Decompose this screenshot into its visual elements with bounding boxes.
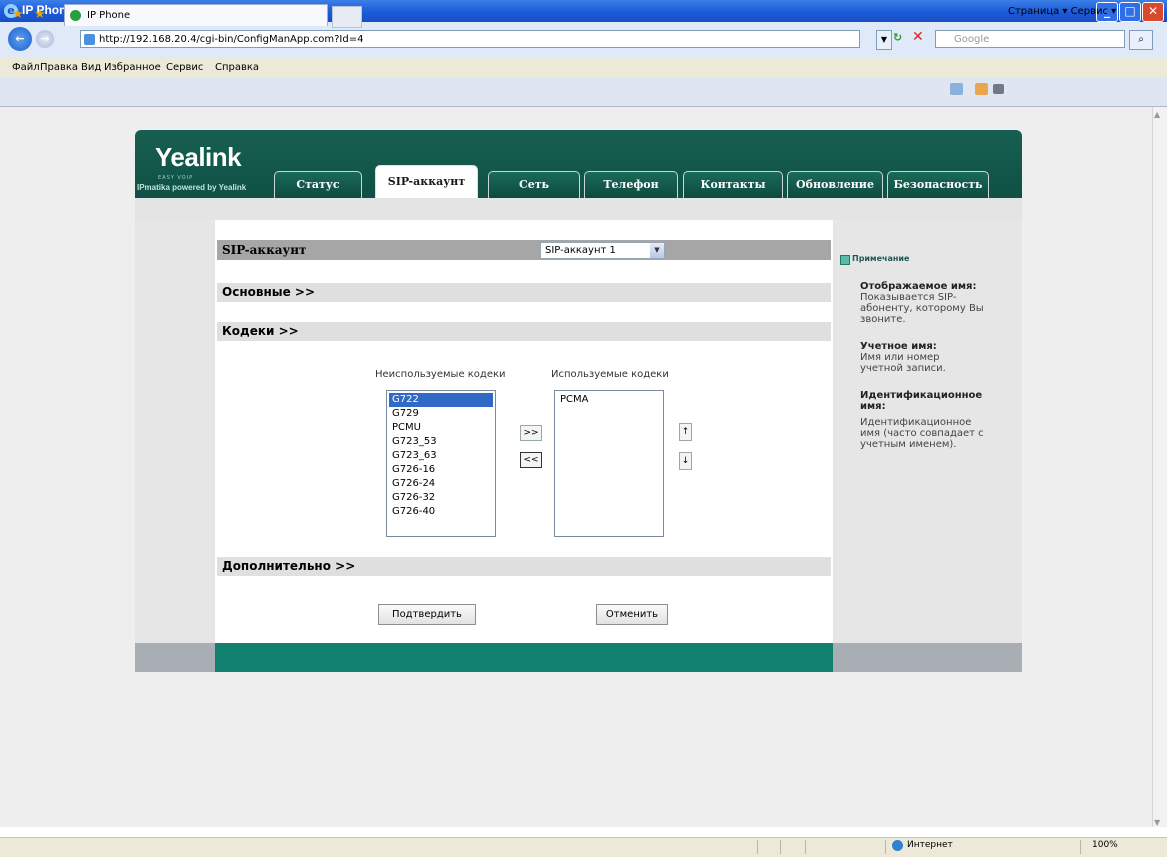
feeds-icon[interactable] <box>975 83 988 95</box>
vertical-scrollbar[interactable] <box>1152 107 1167 827</box>
unused-codecs-label: Неиспользуемые кодеки <box>375 369 506 380</box>
list-item[interactable]: PCMA <box>557 393 661 407</box>
tab-network[interactable]: Сеть <box>488 171 580 198</box>
address-dropdown-button[interactable]: ▼ <box>876 30 892 50</box>
list-item[interactable]: G726-32 <box>389 491 493 505</box>
header-underbar <box>135 198 1022 220</box>
note-heading: Отображаемое имя: <box>860 281 977 292</box>
logo-subtext: EASY VOIP <box>158 175 194 181</box>
close-window-button[interactable]: ✕ <box>1142 2 1164 22</box>
maximize-button[interactable]: □ <box>1119 2 1141 22</box>
tab-status[interactable]: Статус <box>274 171 362 198</box>
sip-account-header: SIP-аккаунт <box>217 240 831 260</box>
tab-sip-account[interactable]: SIP-аккаунт <box>375 165 478 198</box>
list-item[interactable]: G723_53 <box>389 435 493 449</box>
list-item[interactable]: G726-40 <box>389 505 493 519</box>
menu-edit[interactable]: Правка <box>40 62 78 73</box>
zoom-level[interactable]: 100% <box>1092 840 1118 850</box>
logo-tagline: IPmatika powered by Yealink <box>137 183 247 192</box>
menu-help[interactable]: Справка <box>215 62 259 73</box>
ie-tab-icon <box>70 10 81 21</box>
list-item[interactable]: G722 <box>389 393 493 407</box>
status-divider <box>885 840 886 854</box>
address-field[interactable]: http://192.168.20.4/cgi-bin/ConfigManApp… <box>80 30 860 48</box>
favorites-star-icon[interactable]: ★ <box>12 7 24 22</box>
add-favorite-icon[interactable]: ★ <box>34 7 46 22</box>
list-item[interactable]: G729 <box>389 407 493 421</box>
command-bar[interactable]: Страница ▾ Сервис ▾ <box>1008 6 1116 17</box>
status-divider <box>780 840 781 854</box>
menu-file[interactable]: Файл <box>12 62 40 73</box>
status-divider <box>805 840 806 854</box>
left-panel <box>135 220 215 643</box>
chevron-down-icon[interactable]: ▼ <box>650 243 664 258</box>
refresh-icon[interactable]: ↻ <box>893 31 902 44</box>
back-button[interactable]: ← <box>8 27 32 51</box>
yealink-logo: Yealink <box>155 142 242 172</box>
move-up-button[interactable]: ↑ <box>679 423 692 441</box>
tabs-bar <box>0 78 1167 107</box>
note-text: Идентификационное имя (часто совпадает с… <box>860 417 984 450</box>
tab-contacts[interactable]: Контакты <box>683 171 783 198</box>
list-item[interactable]: PCMU <box>389 421 493 435</box>
cancel-button[interactable]: Отменить <box>596 604 668 625</box>
footer-right <box>833 643 1022 672</box>
forward-button[interactable]: → <box>36 30 54 48</box>
note-icon <box>840 255 850 265</box>
home-icon[interactable] <box>950 83 963 95</box>
status-divider <box>757 840 758 854</box>
list-item[interactable]: G723_63 <box>389 449 493 463</box>
confirm-button[interactable]: Подтвердить <box>378 604 476 625</box>
status-bar <box>0 837 1167 857</box>
footer-left <box>135 643 215 672</box>
list-item[interactable]: G726-24 <box>389 477 493 491</box>
remove-codec-button[interactable]: << <box>520 452 542 468</box>
globe-icon <box>892 840 903 851</box>
menu-favorites[interactable]: Избранное <box>104 62 161 73</box>
note-text: Имя или номер учетной записи. <box>860 352 946 374</box>
security-zone: Интернет <box>907 840 953 850</box>
search-input[interactable]: Google <box>935 30 1125 48</box>
note-heading: Учетное имя: <box>860 341 937 352</box>
tab-security[interactable]: Безопасность <box>887 171 989 198</box>
menu-tools[interactable]: Сервис <box>166 62 203 73</box>
section-advanced[interactable]: Дополнительно >> <box>217 557 831 576</box>
status-divider <box>1080 840 1081 854</box>
stop-icon[interactable]: ✕ <box>912 29 924 45</box>
used-codecs-list[interactable]: PCMA <box>554 390 664 537</box>
scroll-down-icon[interactable]: ▼ <box>1154 818 1160 827</box>
section-codecs[interactable]: Кодеки >> <box>217 322 831 341</box>
move-down-button[interactable]: ↓ <box>679 452 692 470</box>
unused-codecs-list[interactable]: G722 G729 PCMU G723_53 G723_63 G726-16 G… <box>386 390 496 537</box>
used-codecs-label: Используемые кодеки <box>551 369 669 380</box>
page-icon <box>84 34 95 45</box>
section-basic[interactable]: Основные >> <box>217 283 831 302</box>
print-icon[interactable] <box>993 84 1004 94</box>
menu-view[interactable]: Вид <box>81 62 101 73</box>
search-icon[interactable]: ⌕ <box>1129 30 1153 50</box>
add-codec-button[interactable]: >> <box>520 425 542 441</box>
list-item[interactable]: G726-16 <box>389 463 493 477</box>
account-select[interactable]: SIP-аккаунт 1 <box>540 242 665 259</box>
note-title: Примечание <box>852 254 910 263</box>
tab-update[interactable]: Обновление <box>787 171 883 198</box>
new-tab-button[interactable] <box>332 6 362 28</box>
footer-bar <box>215 643 833 672</box>
scroll-up-icon[interactable]: ▲ <box>1154 110 1160 119</box>
browser-tab[interactable]: IP Phone <box>64 4 328 26</box>
note-text: Показывается SIP-абоненту, которому Вы з… <box>860 292 984 325</box>
tab-phone[interactable]: Телефон <box>584 171 678 198</box>
note-heading: Идентификационное имя: <box>860 390 983 412</box>
